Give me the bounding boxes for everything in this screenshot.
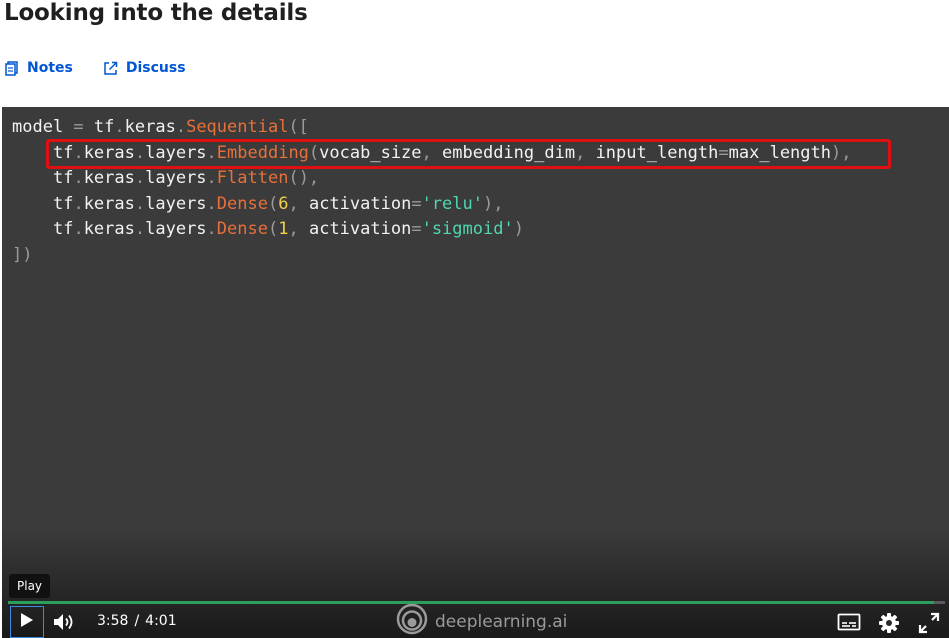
code-token: (), — [288, 168, 320, 189]
code-token: . — [206, 193, 217, 214]
logo-text: deeplearning.ai — [435, 611, 568, 632]
captions-icon — [837, 613, 861, 635]
code-token: 1 — [278, 219, 289, 240]
code-token: . — [73, 168, 84, 189]
code-token: activation — [308, 193, 412, 214]
code-token: ]) — [12, 244, 33, 265]
code-token: keras — [83, 219, 135, 240]
code-token: activation — [308, 219, 412, 240]
code-token: = — [411, 219, 422, 240]
deeplearning-logo: deeplearning.ai — [396, 603, 567, 638]
captions-button[interactable] — [837, 613, 861, 635]
code-token: ( — [267, 193, 279, 214]
code-token: Flatten — [216, 168, 289, 189]
current-time: 3:58 — [97, 613, 129, 629]
deeplearning-logo-icon — [396, 603, 428, 638]
notes-icon — [5, 60, 19, 76]
time-display: 3:58 / 4:01 — [97, 613, 177, 629]
notes-link-label: Notes — [27, 60, 73, 76]
code-token: keras — [83, 193, 135, 214]
code-token: 'sigmoid' — [421, 219, 514, 240]
volume-button[interactable] — [52, 612, 76, 636]
code-token: ([ — [288, 117, 309, 137]
code-token: tf — [52, 193, 74, 214]
code-token: Dense — [216, 193, 268, 214]
code-token: layers — [145, 193, 207, 214]
code-token: . — [134, 219, 146, 240]
code-token: tf — [93, 117, 115, 137]
player-controls: 3:58 / 4:01 deeplearning.ai — [2, 603, 949, 638]
code-token: ), — [483, 193, 504, 214]
play-tooltip: Play — [9, 574, 51, 598]
code-token: layers — [145, 219, 207, 240]
code-token: layers — [145, 168, 207, 189]
code-token: = — [411, 193, 422, 214]
embedding-line-highlight — [46, 139, 891, 169]
discuss-link-label: Discuss — [125, 60, 186, 76]
volume-icon — [52, 614, 76, 636]
code-token: tf — [52, 168, 74, 189]
code-token: . — [73, 193, 84, 214]
code-token: 'relu' — [421, 193, 483, 214]
code-token: = — [63, 117, 94, 137]
fullscreen-icon — [918, 612, 940, 638]
play-button[interactable] — [10, 606, 44, 638]
code-token: Dense — [216, 219, 268, 240]
code-token: 6 — [278, 193, 289, 214]
duration: 4:01 — [145, 613, 177, 629]
code-token: . — [206, 219, 217, 240]
settings-button[interactable] — [878, 612, 900, 638]
code-token: Sequential — [186, 117, 289, 137]
code-token: tf — [52, 219, 74, 240]
external-link-icon — [103, 61, 118, 76]
page-title: Looking into the details — [4, 0, 308, 26]
code-token: . — [73, 219, 84, 240]
play-icon — [20, 612, 34, 632]
settings-gear-icon — [878, 613, 900, 638]
code-token: keras — [124, 117, 176, 137]
time-separator: / — [134, 613, 140, 629]
code-token: . — [134, 168, 146, 189]
code-token: ) — [513, 219, 524, 240]
discuss-link[interactable]: Discuss — [103, 60, 186, 76]
fullscreen-button[interactable] — [918, 612, 940, 638]
code-token: keras — [83, 168, 135, 189]
code-token: . — [134, 193, 146, 214]
code-token: , — [288, 219, 309, 240]
code-token: , — [288, 193, 309, 214]
code-token: . — [114, 117, 125, 137]
code-token: ( — [267, 219, 279, 240]
code-token: model — [12, 117, 64, 137]
lecture-links: Notes Discuss — [5, 60, 186, 76]
notes-link[interactable]: Notes — [5, 60, 73, 76]
video-player[interactable]: model = tf.keras.Sequential([ tf.keras.l… — [2, 107, 949, 638]
code-token: . — [175, 117, 187, 137]
code-token: . — [206, 168, 217, 189]
